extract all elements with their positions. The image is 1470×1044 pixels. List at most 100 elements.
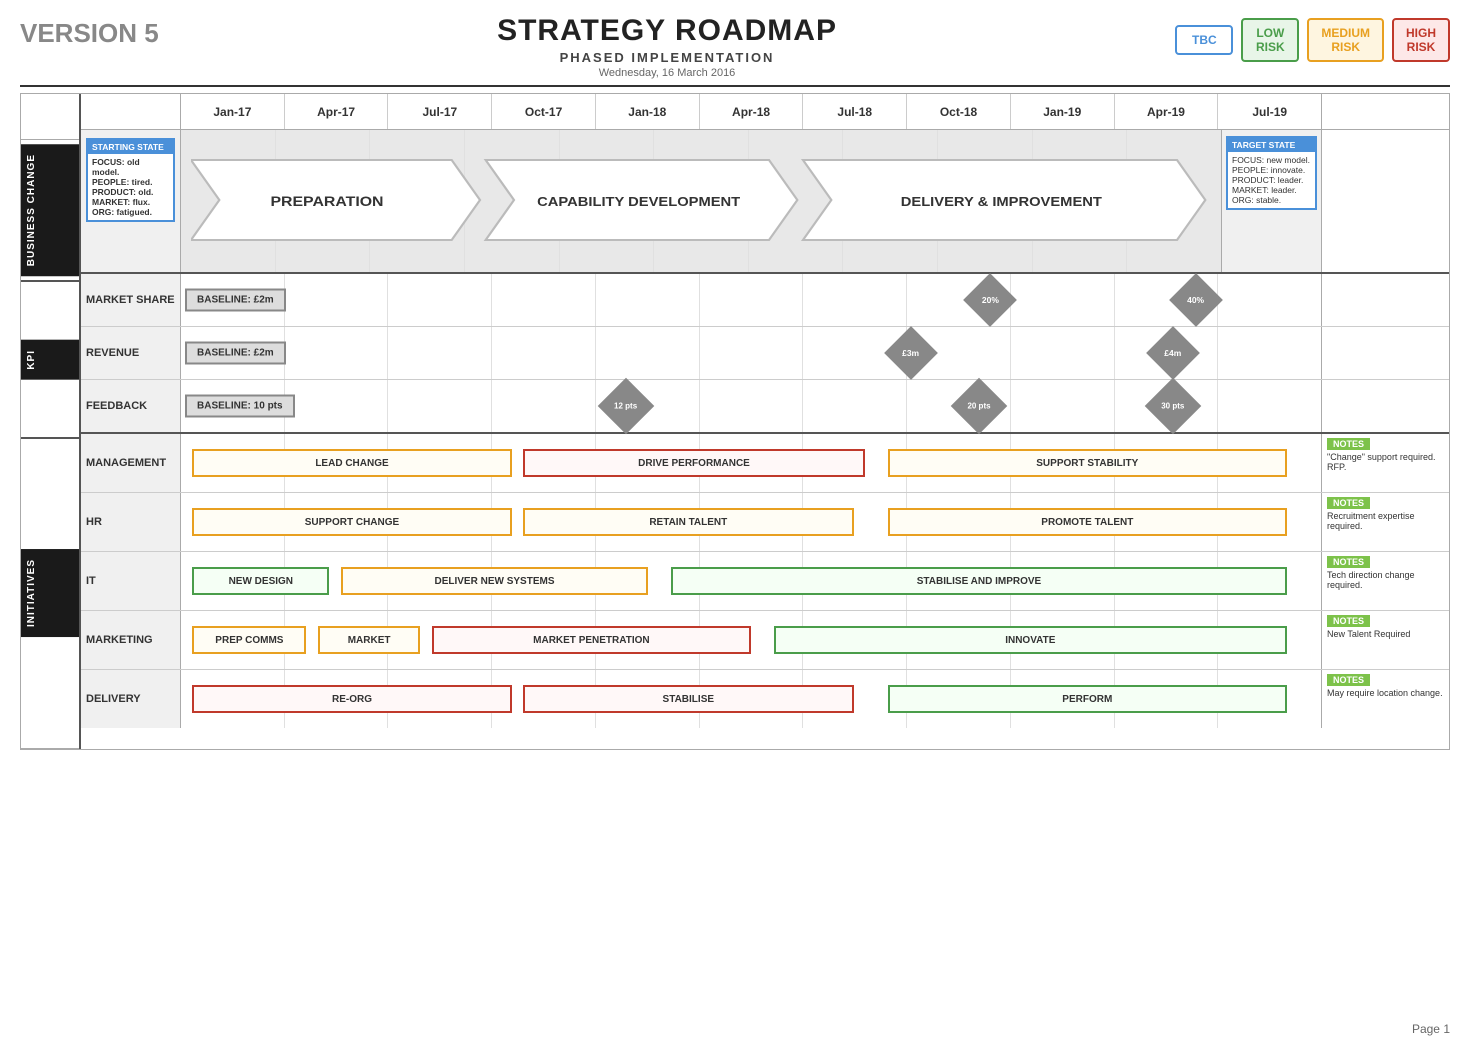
date-label: Wednesday, 16 March 2016 xyxy=(159,67,1176,79)
it-notes-text: Tech direction change required. xyxy=(1327,570,1444,590)
risk-badge-high: HIGHRISK xyxy=(1392,18,1450,62)
kpi-ms-notes xyxy=(1321,274,1449,326)
bc-section: STARTING STATE FOCUS: old model. PEOPLE:… xyxy=(81,130,1449,274)
tl-spacer xyxy=(21,94,79,140)
ms-diamond-40-label: 40% xyxy=(1187,295,1204,305)
init-hr-content: SUPPORT CHANGE RETAIN TALENT PROMOTE TAL… xyxy=(181,493,1321,551)
target-state-box: TARGET STATE FOCUS: new model. PEOPLE: i… xyxy=(1226,136,1317,210)
del-bar-stabilise: STABILISE xyxy=(523,685,854,713)
date-jan19: Jan-19 xyxy=(1011,94,1115,129)
kpi-row-market-share: MARKET SHARE BASELINE: £2m xyxy=(81,274,1449,327)
mgmt-bar-drive: DRIVE PERFORMANCE xyxy=(523,449,865,477)
init-management-content: LEAD CHANGE DRIVE PERFORMANCE SUPPORT ST… xyxy=(181,434,1321,492)
ts-line2: PEOPLE: innovate. xyxy=(1232,165,1311,175)
bc-section-label: BUSINESS CHANGE xyxy=(21,140,79,282)
main-title: STRATEGY ROADMAP xyxy=(159,14,1176,48)
init-delivery-content: RE-ORG STABILISE PERFORM xyxy=(181,670,1321,728)
init-it-content: NEW DESIGN DELIVER NEW SYSTEMS STABILISE… xyxy=(181,552,1321,610)
it-bar-deliver: DELIVER NEW SYSTEMS xyxy=(341,567,649,595)
page-number: Page 1 xyxy=(1412,1022,1450,1036)
label-column: BUSINESS CHANGE KPI INITIATIVES xyxy=(21,94,81,749)
starting-state-box: STARTING STATE FOCUS: old model. PEOPLE:… xyxy=(86,138,175,222)
rev-baseline: BASELINE: £2m xyxy=(185,342,286,365)
bc-label: BUSINESS CHANGE xyxy=(21,144,79,276)
mgmt-bar-lead: LEAD CHANGE xyxy=(192,449,511,477)
kpi-revenue-label: REVENUE xyxy=(81,327,181,379)
version-label: VERSION 5 xyxy=(20,18,159,49)
phase-arrows-svg: PREPARATION CAPABILITY DEVELOPMENT DELIV… xyxy=(191,150,1211,250)
page-container: VERSION 5 STRATEGY ROADMAP PHASED IMPLEM… xyxy=(0,0,1470,1044)
fb-diamond-20-label: 20 pts xyxy=(967,402,990,411)
date-jul17: Jul-17 xyxy=(388,94,492,129)
date-jan17: Jan-17 xyxy=(181,94,285,129)
it-notes: NOTES Tech direction change required. xyxy=(1321,552,1449,610)
header-divider xyxy=(20,85,1450,87)
risk-badge-medium: MEDIUMRISK xyxy=(1307,18,1384,62)
init-row-marketing: MARKETING PREP COMMS MARKET xyxy=(81,611,1449,670)
date-apr19: Apr-19 xyxy=(1115,94,1219,129)
ts-line4: MARKET: leader. xyxy=(1232,185,1311,195)
date-oct18: Oct-18 xyxy=(907,94,1011,129)
timeline-header: Jan-17 Apr-17 Jul-17 Oct-17 Jan-18 Apr-1… xyxy=(81,94,1449,130)
kpi-market-share-label: MARKET SHARE xyxy=(81,274,181,326)
it-bar-stabilise: STABILISE AND IMPROVE xyxy=(671,567,1287,595)
init-delivery-label: DELIVERY xyxy=(81,670,181,728)
del-notes-text: May require location change. xyxy=(1327,688,1444,698)
mgmt-notes-label: NOTES xyxy=(1327,438,1370,450)
content-column: Jan-17 Apr-17 Jul-17 Oct-17 Jan-18 Apr-1… xyxy=(81,94,1449,749)
risk-badge-tbc: TBC xyxy=(1175,25,1233,55)
mkt-bar-market: MARKET xyxy=(318,626,421,654)
hr-bar-support: SUPPORT CHANGE xyxy=(192,508,511,536)
init-marketing-content: PREP COMMS MARKET MARKET PENETRATION INN… xyxy=(181,611,1321,669)
mkt-bar-penetration: MARKET PENETRATION xyxy=(432,626,751,654)
ss-line3: PRODUCT: old. xyxy=(92,187,169,197)
kpi-section-label: KPI xyxy=(21,282,79,439)
mkt-notes-label: NOTES xyxy=(1327,615,1370,627)
ms-diamond-20-label: 20% xyxy=(982,295,999,305)
init-rows: MANAGEMENT LEAD CHANGE DRIV xyxy=(81,434,1449,728)
mkt-bar-innovate: INNOVATE xyxy=(774,626,1287,654)
rev-diamond-4m-label: £4m xyxy=(1164,348,1181,358)
del-notes-label: NOTES xyxy=(1327,674,1370,686)
mgmt-notes: NOTES "Change" support required. RFP. xyxy=(1321,434,1449,492)
kpi-rows: MARKET SHARE BASELINE: £2m xyxy=(81,274,1449,432)
target-state-col: TARGET STATE FOCUS: new model. PEOPLE: i… xyxy=(1221,130,1321,272)
kpi-rev-notes xyxy=(1321,327,1449,379)
starting-state-title: STARTING STATE xyxy=(88,140,173,154)
roadmap-grid: BUSINESS CHANGE KPI INITIATIVES Jan-17 A… xyxy=(20,93,1450,750)
target-state-title: TARGET STATE xyxy=(1228,138,1315,152)
svg-text:DELIVERY & IMPROVEMENT: DELIVERY & IMPROVEMENT xyxy=(901,194,1103,209)
init-row-it: IT NEW DESIGN DELIVER NEW S xyxy=(81,552,1449,611)
del-bar-reorg: RE-ORG xyxy=(192,685,511,713)
date-oct17: Oct-17 xyxy=(492,94,596,129)
mkt-notes-text: New Talent Required xyxy=(1327,629,1444,639)
notes-header xyxy=(1321,94,1449,129)
it-bar-newdesign: NEW DESIGN xyxy=(192,567,329,595)
date-jul19: Jul-19 xyxy=(1218,94,1321,129)
mkt-bar-prep: PREP COMMS xyxy=(192,626,306,654)
kpi-section: MARKET SHARE BASELINE: £2m xyxy=(81,274,1449,434)
hr-bar-promote: PROMOTE TALENT xyxy=(888,508,1287,536)
kpi-row-feedback: FEEDBACK BASELINE: 10 pts xyxy=(81,380,1449,432)
init-marketing-label: MARKETING xyxy=(81,611,181,669)
ms-baseline: BASELINE: £2m xyxy=(185,289,286,312)
initiatives-label: INITIATIVES xyxy=(21,549,79,637)
kpi-feedback-label: FEEDBACK xyxy=(81,380,181,432)
bc-rows: STARTING STATE FOCUS: old model. PEOPLE:… xyxy=(81,130,1449,272)
fb-diamond-12-label: 12 pts xyxy=(614,402,637,411)
subtitle: PHASED IMPLEMENTATION xyxy=(159,50,1176,65)
hr-notes: NOTES Recruitment expertise required. xyxy=(1321,493,1449,551)
kpi-market-share-content: BASELINE: £2m 20% 40% xyxy=(181,274,1321,326)
rev-diamond-3m-label: £3m xyxy=(902,348,919,358)
init-hr-label: HR xyxy=(81,493,181,551)
bc-content: PREPARATION CAPABILITY DEVELOPMENT DELIV… xyxy=(181,130,1221,272)
kpi-feedback-content: BASELINE: 10 pts 12 pts 20 pts 30 pts xyxy=(181,380,1321,432)
bc-notes xyxy=(1321,130,1449,272)
kpi-revenue-content: BASELINE: £2m £3m £4m xyxy=(181,327,1321,379)
kpi-label: KPI xyxy=(21,340,79,380)
hr-notes-label: NOTES xyxy=(1327,497,1370,509)
title-block: STRATEGY ROADMAP PHASED IMPLEMENTATION W… xyxy=(159,14,1176,79)
fb-diamond-30-label: 30 pts xyxy=(1161,402,1184,411)
mgmt-bar-support: SUPPORT STABILITY xyxy=(888,449,1287,477)
tl-dates: Jan-17 Apr-17 Jul-17 Oct-17 Jan-18 Apr-1… xyxy=(181,94,1321,129)
